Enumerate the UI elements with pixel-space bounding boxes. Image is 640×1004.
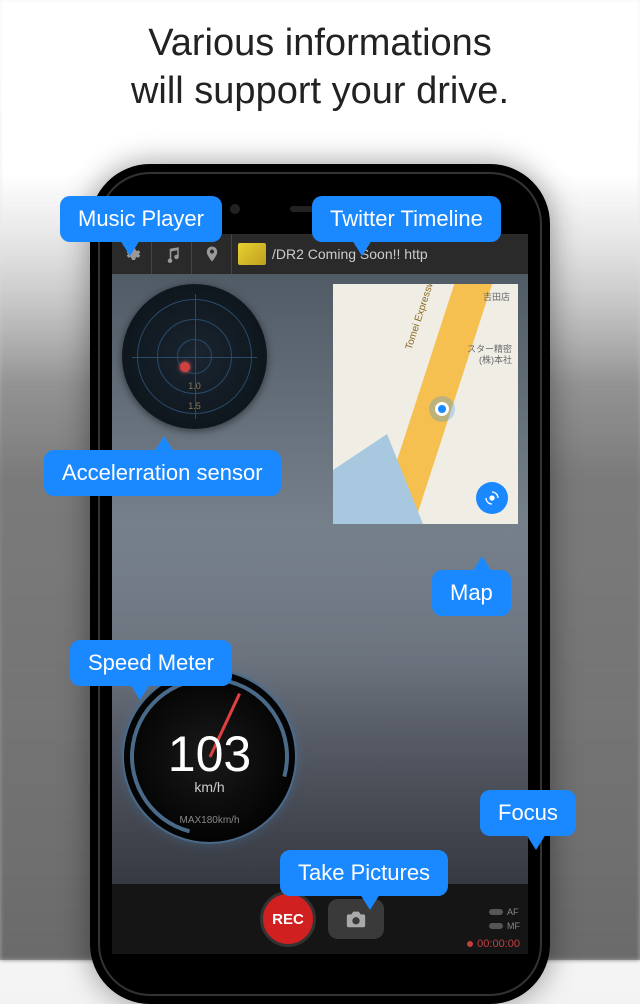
- pin-icon: [203, 245, 221, 263]
- callout-music: Music Player: [60, 196, 222, 242]
- accel-ring-label-2: 1.5: [188, 401, 201, 411]
- speed-unit: km/h: [124, 779, 295, 795]
- accel-ring-label-1: 1.0: [188, 381, 201, 391]
- camera-icon: [345, 908, 367, 930]
- headline-line1: Various informations: [148, 22, 492, 64]
- ticker-text: /DR2 Coming Soon!! http: [272, 246, 428, 262]
- callout-speed: Speed Meter: [70, 640, 232, 686]
- record-label: REC: [272, 911, 304, 928]
- callout-accel: Accelerration sensor: [44, 450, 281, 496]
- focus-mf-label: MF: [507, 921, 520, 931]
- record-timer: 00:00:00: [467, 938, 520, 950]
- phone-camera: [230, 204, 240, 214]
- acceleration-widget[interactable]: 1.0 1.5: [122, 284, 267, 429]
- headline-line2: will support your drive.: [131, 70, 509, 112]
- speed-value: 103: [124, 725, 295, 783]
- callout-twitter: Twitter Timeline: [312, 196, 501, 242]
- record-indicator-dot: [467, 941, 473, 947]
- ticker-thumbnail: [238, 243, 266, 265]
- map-recenter-button[interactable]: [476, 482, 508, 514]
- callout-focus: Focus: [480, 790, 576, 836]
- speed-max: MAX180km/h: [124, 815, 295, 826]
- callout-map: Map: [432, 570, 511, 616]
- map-poi-2: スター精密 (株)本社: [452, 344, 512, 366]
- focus-control[interactable]: AF MF: [489, 907, 520, 931]
- record-button[interactable]: REC: [260, 891, 316, 947]
- callout-pics: Take Pictures: [280, 850, 448, 896]
- locate-icon: [484, 490, 500, 506]
- timer-value: 00:00:00: [477, 938, 520, 950]
- focus-af-label: AF: [507, 907, 519, 917]
- page-headline: Various informations will support your d…: [0, 20, 640, 115]
- map-widget[interactable]: 吉田店 スター精密 (株)本社 Tomei Expressway (Toll r…: [333, 284, 518, 524]
- music-icon: [163, 245, 181, 263]
- accel-indicator-dot: [180, 362, 190, 372]
- map-current-location: [435, 402, 449, 416]
- map-poi-1: 吉田店: [483, 290, 510, 303]
